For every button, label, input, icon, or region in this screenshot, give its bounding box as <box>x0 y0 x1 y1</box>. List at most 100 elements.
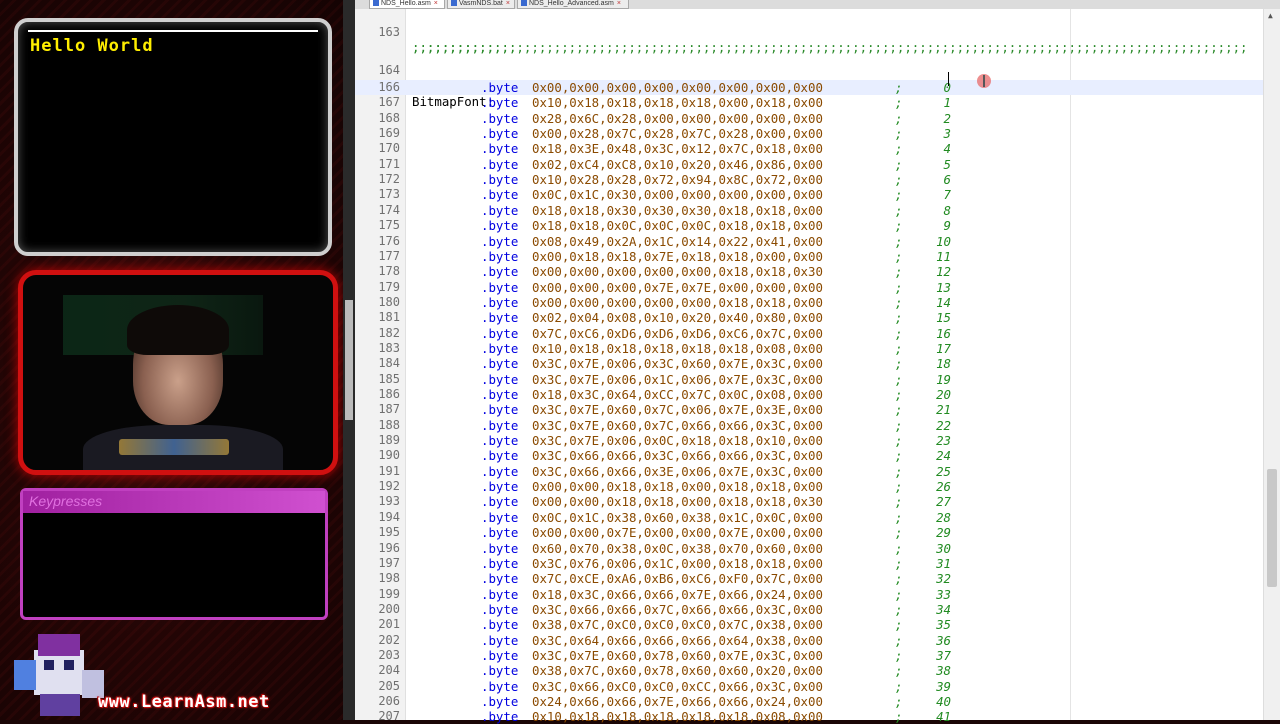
code-line[interactable]: 179 .byte 0x00,0x00,0x00,0x7E,0x7E,0x00,0x… <box>355 280 1263 295</box>
byte-directive: .byte <box>481 310 519 326</box>
hex-values: 0x0C,0x1C,0x30,0x00,0x00,0x00,0x00,0x00 <box>532 187 823 203</box>
code-line[interactable]: 204 .byte 0x38,0x7C,0x60,0x78,0x60,0x60,0x… <box>355 663 1263 678</box>
line-number: 193 <box>378 494 400 509</box>
code-line[interactable]: 172 .byte 0x10,0x28,0x28,0x72,0x94,0x8C,0x… <box>355 172 1263 187</box>
code-line[interactable]: ;;;;;;;;;;;;;; <box>355 25 1263 55</box>
char-index: 33 <box>936 586 951 602</box>
code-line[interactable]: 181 .byte 0x02,0x04,0x08,0x10,0x20,0x40,0x… <box>355 310 1263 325</box>
hex-values: 0x00,0x00,0x7E,0x00,0x00,0x7E,0x00,0x00 <box>532 525 823 541</box>
comment-semicolon: ; <box>895 663 903 679</box>
code-line[interactable]: 186 .byte 0x18,0x3C,0x64,0xCC,0x7C,0x0C,0x… <box>355 387 1263 402</box>
char-index: 28 <box>936 509 951 525</box>
code-line[interactable]: 183 .byte 0x10,0x18,0x18,0x18,0x18,0x18,0x… <box>355 341 1263 356</box>
char-index: 10 <box>936 233 951 249</box>
byte-directive: .byte <box>481 663 519 679</box>
code-line[interactable]: 169 .byte 0x00,0x28,0x7C,0x28,0x7C,0x28,0x… <box>355 126 1263 141</box>
code-line[interactable]: 189 .byte 0x3C,0x7E,0x06,0x0C,0x18,0x18,0x… <box>355 433 1263 448</box>
code-line[interactable]: 168 .byte 0x28,0x6C,0x28,0x00,0x00,0x00,0x… <box>355 111 1263 126</box>
byte-directive: .byte <box>481 433 519 449</box>
editor-vertical-scrollbar[interactable]: ▲ <box>1263 9 1280 720</box>
byte-directive: .byte <box>481 417 519 433</box>
code-line[interactable]: 184 .byte 0x3C,0x7E,0x06,0x3C,0x60,0x7E,0x… <box>355 356 1263 371</box>
code-line[interactable]: 201 .byte 0x38,0x7C,0xC0,0xC0,0xC0,0x7C,0x… <box>355 617 1263 632</box>
byte-directive: .byte <box>481 632 519 648</box>
code-line[interactable]: 180 .byte 0x00,0x00,0x00,0x00,0x00,0x18,0x… <box>355 295 1263 310</box>
scroll-up-icon[interactable]: ▲ <box>1268 11 1273 20</box>
code-line[interactable]: 198 .byte 0x7C,0xCE,0xA6,0xB6,0xC6,0xF0,0x… <box>355 571 1263 586</box>
code-line[interactable]: 205 .byte 0x3C,0x66,0xC0,0xC0,0xCC,0x66,0x… <box>355 679 1263 694</box>
comment-semicolon: ; <box>895 617 903 633</box>
char-index: 20 <box>936 387 951 402</box>
hex-values: 0x7C,0xC6,0xD6,0xD6,0xD6,0xC6,0x7C,0x00 <box>532 325 823 341</box>
char-index: 14 <box>936 294 951 310</box>
code-line[interactable]: 173 .byte 0x0C,0x1C,0x30,0x00,0x00,0x00,0x… <box>355 187 1263 202</box>
code-line[interactable]: 178 .byte 0x00,0x00,0x00,0x00,0x00,0x18,0x… <box>355 264 1263 279</box>
byte-directive: .byte <box>481 540 519 556</box>
line-number: 191 <box>378 463 400 478</box>
code-line[interactable]: 182 .byte 0x7C,0xC6,0xD6,0xD6,0xD6,0xC6,0x… <box>355 326 1263 341</box>
code-line[interactable]: 176 .byte 0x08,0x49,0x2A,0x1C,0x14,0x22,0x… <box>355 234 1263 249</box>
char-index: 3 <box>943 126 951 142</box>
tab-nds-hello-asm[interactable]: NDS_Hello.asm × <box>369 0 445 9</box>
comment-semicolon: ; <box>895 126 903 142</box>
code-line[interactable]: 202 .byte 0x3C,0x64,0x66,0x66,0x66,0x64,0x… <box>355 633 1263 648</box>
line-number: 185 <box>378 371 400 386</box>
tab-nds-hello-advanced-asm[interactable]: NDS_Hello_Advanced.asm × <box>517 0 629 9</box>
byte-directive: .byte <box>481 402 519 418</box>
code-line[interactable]: 177 .byte 0x00,0x18,0x18,0x7E,0x18,0x18,0x… <box>355 249 1263 264</box>
code-line[interactable]: 196 .byte 0x60,0x70,0x38,0x0C,0x38,0x70,0x… <box>355 541 1263 556</box>
code-line[interactable]: 166 .byte 0x00,0x00,0x00,0x00,0x00,0x00,0x… <box>355 80 1263 95</box>
line-number: 196 <box>378 540 400 555</box>
char-index: 6 <box>943 172 951 188</box>
byte-directive: .byte <box>481 202 519 218</box>
code-line[interactable]: 174 .byte 0x18,0x18,0x30,0x30,0x30,0x18,0x… <box>355 203 1263 218</box>
line-number: 178 <box>378 264 400 279</box>
code-line[interactable]: 167 .byte 0x10,0x18,0x18,0x18,0x18,0x00,0x… <box>355 95 1263 110</box>
hex-values: 0x3C,0x76,0x06,0x1C,0x00,0x18,0x18,0x00 <box>532 555 823 571</box>
comment-semicolon: ; <box>895 694 903 709</box>
line-number: 180 <box>378 294 400 309</box>
code-line[interactable]: 165 BitmapFont: <box>355 64 1263 109</box>
code-line[interactable]: 175 .byte 0x18,0x18,0x0C,0x0C,0x0C,0x18,0x… <box>355 218 1263 233</box>
byte-directive: .byte <box>481 156 519 172</box>
hex-values: 0x00,0x00,0x18,0x18,0x00,0x18,0x18,0x00 <box>532 479 823 495</box>
code-line[interactable]: 194 .byte 0x0C,0x1C,0x38,0x60,0x38,0x1C,0x… <box>355 510 1263 525</box>
code-line[interactable]: 195 .byte 0x00,0x00,0x7E,0x00,0x00,0x7E,0x… <box>355 525 1263 540</box>
comment-semicolon: ; <box>895 509 903 525</box>
char-index: 38 <box>936 663 951 679</box>
code-line[interactable]: 200 .byte 0x3C,0x66,0x66,0x7C,0x66,0x66,0x… <box>355 602 1263 617</box>
code-line[interactable]: 188 .byte 0x3C,0x7E,0x60,0x7C,0x66,0x66,0x… <box>355 418 1263 433</box>
webcam-frame <box>18 270 338 475</box>
code-editor: NDS_Hello.asm × VasmNDS.bat × NDS_Hello_Ad… <box>355 0 1280 724</box>
tab-vasmnds-bat[interactable]: VasmNDS.bat × <box>447 0 515 9</box>
code-line[interactable]: 171 .byte 0x02,0xC4,0xC8,0x10,0x20,0x46,0x… <box>355 157 1263 172</box>
code-line[interactable]: 164 <box>355 48 1263 77</box>
code-line[interactable]: 203 .byte 0x3C,0x7E,0x60,0x78,0x60,0x7E,0x… <box>355 648 1263 663</box>
code-line[interactable]: 193 .byte 0x00,0x00,0x18,0x18,0x00,0x18,0x… <box>355 494 1263 509</box>
code-line[interactable]: 187 .byte 0x3C,0x7E,0x60,0x7C,0x06,0x7E,0x… <box>355 402 1263 417</box>
close-icon[interactable]: × <box>506 0 510 7</box>
hex-values: 0x3C,0x7E,0x60,0x78,0x60,0x7E,0x3C,0x00 <box>532 647 823 663</box>
close-icon[interactable]: × <box>434 0 438 7</box>
close-icon[interactable]: × <box>617 0 621 7</box>
code-line[interactable]: 199 .byte 0x18,0x3C,0x66,0x66,0x7E,0x66,0x… <box>355 587 1263 602</box>
left-panel-scrollbar[interactable] <box>343 0 355 720</box>
code-line[interactable]: 207 .byte 0x10,0x18,0x18,0x18,0x18,0x18,0x… <box>355 709 1263 724</box>
code-line[interactable]: 206 .byte 0x24,0x66,0x66,0x7E,0x66,0x66,0x… <box>355 694 1263 709</box>
code-line[interactable]: 197 .byte 0x3C,0x76,0x06,0x1C,0x00,0x18,0x… <box>355 556 1263 571</box>
line-number: 181 <box>378 310 400 325</box>
comment-semicolon: ; <box>895 172 903 188</box>
byte-directive: .byte <box>481 233 519 249</box>
byte-directive: .byte <box>481 387 519 402</box>
code-line[interactable]: 163 ;;;;;;;;;;;;;;;;;;;;;;;;;;;;;;;;;;;;… <box>355 10 1263 55</box>
comment-semicolon: ; <box>895 95 903 111</box>
byte-directive: .byte <box>481 356 519 372</box>
left-scrollbar-thumb[interactable] <box>345 300 353 420</box>
code-line[interactable]: 170 .byte 0x18,0x3E,0x48,0x3C,0x12,0x7C,0x… <box>355 141 1263 156</box>
code-line[interactable]: 192 .byte 0x00,0x00,0x18,0x18,0x00,0x18,0x… <box>355 479 1263 494</box>
comment-semicolon: ; <box>895 110 903 126</box>
code-line[interactable]: 185 .byte 0x3C,0x7E,0x06,0x1C,0x06,0x7E,0x… <box>355 372 1263 387</box>
code-line[interactable]: 191 .byte 0x3C,0x66,0x66,0x3E,0x06,0x7E,0x… <box>355 464 1263 479</box>
code-line[interactable]: 190 .byte 0x3C,0x66,0x66,0x3C,0x66,0x66,0x… <box>355 448 1263 463</box>
editor-scrollbar-thumb[interactable] <box>1267 469 1277 587</box>
